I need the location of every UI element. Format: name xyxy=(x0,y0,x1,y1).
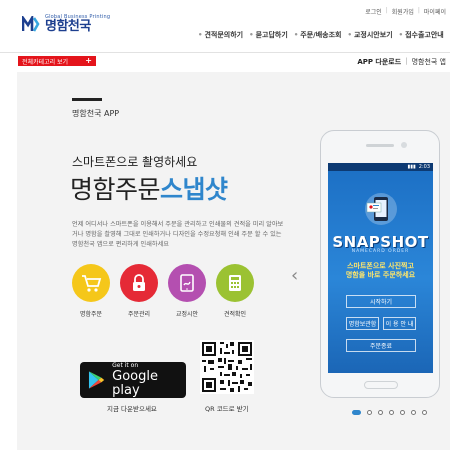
headline-plain: 명함주문 xyxy=(70,175,161,204)
feature-estimate[interactable]: 견적확인 xyxy=(216,264,254,318)
qr-code-icon xyxy=(200,340,254,394)
carousel-dot[interactable] xyxy=(422,410,427,415)
carousel-dot[interactable] xyxy=(367,410,372,415)
qr-caption: QR 코드로 받기 xyxy=(205,405,249,413)
nav-qna[interactable]: • 묻고답하기 xyxy=(249,30,288,40)
carousel-dot[interactable] xyxy=(352,410,361,415)
phone-speaker xyxy=(366,144,394,147)
headline: 명함주문스냅샷 xyxy=(70,170,228,206)
breadcrumb: APP 다운로드 | 명함천국 앱 xyxy=(357,57,446,67)
lock-icon xyxy=(120,264,158,302)
separator: | xyxy=(417,7,420,14)
cart-icon xyxy=(72,264,110,302)
nav-shipping-info[interactable]: • 접수출고안내 xyxy=(399,30,444,40)
phone-mockup: ▮▮▮ 2:03 SNAPSHOT NAMECARD ORDER 스마트폰으로 … xyxy=(320,130,440,398)
feature-proof[interactable]: 교정시안 xyxy=(168,264,206,318)
separator: | xyxy=(405,57,408,65)
google-play-caption: 지금 다운받으세요 xyxy=(107,405,157,413)
guide-button[interactable]: 이 용 안 내 xyxy=(383,317,416,330)
tablet-icon xyxy=(168,264,206,302)
order-done-button[interactable]: 주문종료 xyxy=(346,339,416,352)
carousel-pagination xyxy=(352,410,427,415)
headline-subtitle: 스마트폰으로 촬영하세요 xyxy=(72,155,198,169)
feature-label: 명함주문 xyxy=(79,311,103,318)
google-play-big-text: Google play xyxy=(112,369,158,398)
carousel-dot[interactable] xyxy=(378,410,383,415)
carousel-prev-icon[interactable]: ‹ xyxy=(291,265,298,286)
phone-promo-text: 스마트폰으로 사진찍고 명함을 바로 주문하세요 xyxy=(345,262,416,279)
snapshot-logo-sub: NAMECARD ORDER xyxy=(351,249,410,254)
feature-order[interactable]: 명함주문 xyxy=(72,264,110,318)
calculator-icon xyxy=(216,264,254,302)
app-download-link[interactable]: APP 다운로드 xyxy=(357,57,401,67)
nav-proof-view[interactable]: • 교정시안보기 xyxy=(348,30,393,40)
status-time: 2:03 xyxy=(418,164,430,170)
card-box-button[interactable]: 명함보관함 xyxy=(346,317,379,330)
separator: | xyxy=(385,7,388,14)
nav-quote[interactable]: • 견적문의하기 xyxy=(198,30,243,40)
feature-order-manage[interactable]: 주문관리 xyxy=(120,264,158,318)
phone-home-button xyxy=(364,381,398,389)
carousel-dot[interactable] xyxy=(411,410,416,415)
header-divider xyxy=(0,52,450,53)
app-link[interactable]: 명함천국 앱 xyxy=(412,57,446,67)
site-logo[interactable]: Global Business Printing 명함천국 xyxy=(22,14,110,34)
carousel-dot[interactable] xyxy=(389,410,394,415)
mypage-link[interactable]: 마이페이 xyxy=(424,7,446,16)
nav-order-tracking[interactable]: • 주문/배송조회 xyxy=(294,30,342,40)
google-play-button[interactable]: Get it on Google play xyxy=(80,362,186,398)
phone-screen: ▮▮▮ 2:03 SNAPSHOT NAMECARD ORDER 스마트폰으로 … xyxy=(328,163,433,373)
main-nav: • 견적문의하기 • 묻고답하기 • 주문/배송조회 • 교정시안보기 • 접수출고안내 xyxy=(198,30,444,40)
signup-link[interactable]: 회원가입 xyxy=(392,7,414,16)
top-links: 로그인 | 회원가입 | 마이페이 xyxy=(365,7,446,16)
login-link[interactable]: 로그인 xyxy=(365,7,382,16)
start-button[interactable]: 시작하기 xyxy=(346,295,416,308)
description: 언제 어디서나 스마트폰을 이용해서 주문을 관리하고 인쇄물의 견적을 미리 … xyxy=(72,221,284,248)
feature-label: 견적확인 xyxy=(223,311,247,318)
plus-icon: + xyxy=(85,56,92,65)
status-bar: ▮▮▮ 2:03 xyxy=(328,163,433,171)
card-phone-icon xyxy=(365,193,397,225)
google-play-icon xyxy=(88,371,105,389)
all-categories-button[interactable]: 전체카테고리 보기 + xyxy=(18,56,96,66)
signal-icon: ▮▮▮ xyxy=(407,164,416,170)
logo-mark-icon xyxy=(22,16,40,32)
feature-label: 주문관리 xyxy=(127,311,151,318)
feature-label: 교정시안 xyxy=(175,311,199,318)
headline-accent: 스냅샷 xyxy=(160,175,228,204)
feature-list: 명함주문 주문관리 교정시안 견적확인 xyxy=(72,264,254,318)
title-bar-decoration xyxy=(72,98,102,101)
logo-name: 명함천국 xyxy=(45,19,91,34)
phone-camera xyxy=(401,142,407,148)
carousel-dot[interactable] xyxy=(400,410,405,415)
section-title: 명함천국 APP xyxy=(72,109,120,118)
